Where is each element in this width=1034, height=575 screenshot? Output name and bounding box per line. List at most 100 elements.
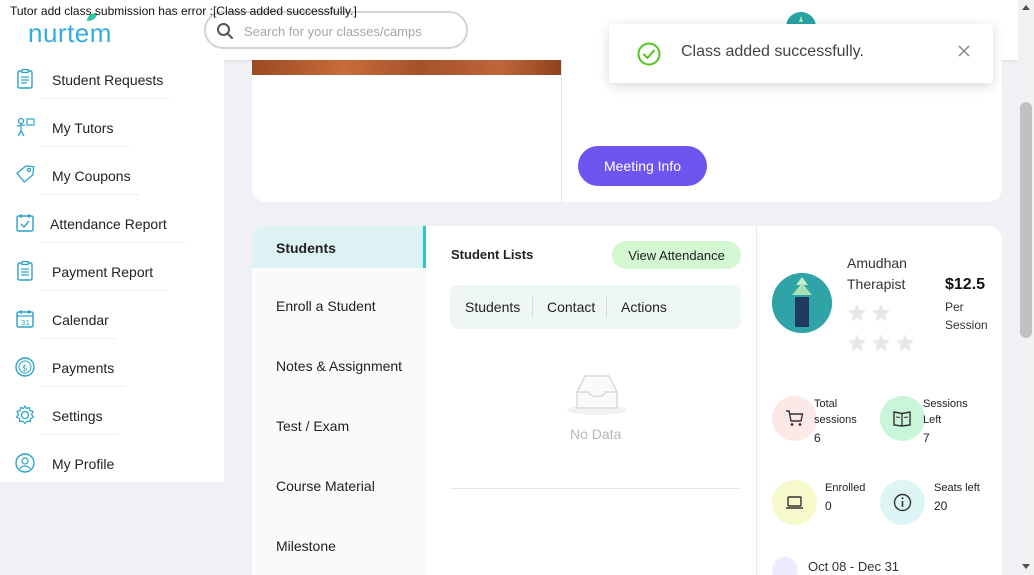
stat-value: 6 [814, 431, 821, 445]
class-cover-image [252, 60, 561, 75]
tutor-first-name: Amudhan [847, 255, 907, 271]
star-icon[interactable] [871, 303, 891, 323]
stat-label: Seats left [934, 480, 1002, 496]
sidebar-item-calendar[interactable]: 31 Calendar [0, 302, 224, 350]
sidebar-item-label: Student Requests [52, 72, 164, 88]
stat-seats-left: Seats left 20 [880, 480, 1000, 530]
sidebar-item-my-profile[interactable]: My Profile [0, 446, 224, 494]
scroll-up-icon[interactable] [1022, 5, 1030, 10]
column-header-actions[interactable]: Actions [621, 299, 667, 315]
no-data-text: No Data [570, 426, 622, 442]
sidebar-item-label: Settings [52, 408, 103, 424]
sidebar-item-label: My Tutors [52, 120, 114, 136]
stat-sessions-left: Sessions Left 7 [880, 396, 1000, 446]
column-header-contact[interactable]: Contact [547, 299, 595, 315]
divider [40, 338, 115, 339]
star-icon[interactable] [895, 333, 915, 353]
star-icon[interactable] [847, 303, 867, 323]
stat-label-line: Seats left [934, 482, 980, 494]
tab-label: Notes & Assignment [276, 358, 403, 374]
cart-icon [786, 410, 804, 426]
divider [561, 60, 562, 202]
stat-label-line: sessions [814, 414, 857, 426]
divider [606, 296, 607, 318]
student-lists-title: Student Lists [451, 247, 534, 262]
tab-enroll-student[interactable]: Enroll a Student [252, 284, 426, 326]
toast-message: Class added successfully. [681, 43, 864, 60]
divider [756, 226, 757, 575]
tab-students[interactable]: Students [252, 226, 426, 268]
calendar-icon: 31 [16, 310, 34, 328]
stat-label: Total sessions [814, 396, 884, 428]
sidebar-item-student-requests[interactable]: Student Requests [0, 62, 224, 110]
meeting-info-button[interactable]: Meeting Info [578, 146, 707, 186]
rating-stars-row-2 [847, 333, 919, 353]
sidebar-item-payments[interactable]: $ Payments [0, 350, 224, 398]
tag-icon [16, 165, 35, 183]
gear-icon [15, 404, 35, 425]
search-icon [217, 23, 233, 39]
view-attendance-button[interactable]: View Attendance [612, 241, 741, 269]
tab-label: Milestone [276, 538, 336, 554]
stat-value: 20 [934, 499, 948, 513]
tab-label: Test / Exam [276, 418, 350, 434]
sidebar-item-label: My Profile [52, 456, 115, 472]
close-icon[interactable] [957, 44, 971, 58]
tab-notes-assignment[interactable]: Notes & Assignment [252, 344, 426, 386]
stat-label-line: Left [923, 414, 942, 426]
divider [40, 98, 170, 99]
sidebar-item-payment-report[interactable]: Payment Report [0, 254, 224, 302]
tab-label: Enroll a Student [276, 298, 376, 314]
sidebar-item-settings[interactable]: Settings [0, 398, 224, 446]
empty-inbox-icon [567, 375, 627, 415]
star-icon[interactable] [871, 333, 891, 353]
stat-label-line: Sessions [923, 398, 968, 410]
divider [40, 194, 140, 195]
divider [40, 434, 118, 435]
clipboard-icon [17, 68, 33, 89]
check-circle-icon [637, 42, 661, 66]
laptop-icon [786, 496, 803, 509]
divider [532, 296, 533, 318]
stat-label-line: Total [814, 398, 838, 410]
tutor-title: Therapist [847, 276, 906, 292]
stat-value: 7 [923, 431, 930, 445]
tab-test-exam[interactable]: Test / Exam [252, 404, 426, 446]
tab-milestone[interactable]: Milestone [252, 524, 426, 566]
profile-icon [15, 453, 35, 473]
error-banner-text: Tutor add class submission has error :[C… [10, 4, 357, 18]
sidebar-item-label: My Coupons [52, 168, 131, 184]
date-calendar-icon [772, 557, 798, 575]
class-date-range: Oct 08 - Dec 31 [808, 559, 900, 574]
sidebar: Student Requests My Tutors My Coupons At… [0, 60, 224, 482]
sidebar-item-my-tutors[interactable]: My Tutors [0, 110, 224, 158]
tab-course-material[interactable]: Course Material [252, 464, 426, 506]
session-price: $12.5 [945, 276, 986, 293]
price-unit-line: Per [945, 300, 964, 314]
success-toast: Class added successfully. [609, 24, 993, 83]
sidebar-item-label: Payments [52, 360, 115, 376]
stat-icon-bg [880, 480, 925, 525]
report-icon [17, 260, 33, 281]
tab-label: Students [276, 240, 336, 256]
star-icon[interactable] [847, 333, 867, 353]
svg-text:31: 31 [21, 319, 30, 327]
column-header-students[interactable]: Students [465, 299, 520, 315]
nurtem-logo[interactable]: nurtem [28, 18, 112, 49]
search-input[interactable] [244, 21, 454, 41]
scroll-down-icon[interactable] [1022, 564, 1030, 569]
divider [40, 386, 125, 387]
tab-label: Course Material [276, 478, 375, 494]
page-scrollbar[interactable] [1018, 0, 1034, 575]
sidebar-item-attendance-report[interactable]: Attendance Report [0, 206, 224, 254]
tutor-avatar [772, 273, 832, 333]
stat-icon-bg [772, 480, 817, 525]
stat-value: 0 [825, 499, 832, 513]
scrollbar-thumb[interactable] [1020, 102, 1032, 338]
sidebar-item-my-coupons[interactable]: My Coupons [0, 158, 224, 206]
sidebar-item-label: Attendance Report [50, 216, 167, 232]
sidebar-item-label: Payment Report [52, 264, 154, 280]
rating-stars-row-1 [847, 303, 895, 323]
tutor-icon [16, 117, 35, 137]
stat-icon-bg [880, 396, 925, 441]
